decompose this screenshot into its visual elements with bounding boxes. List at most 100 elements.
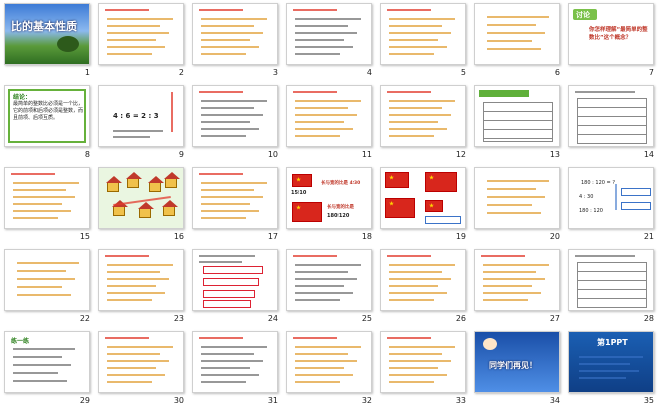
text-line — [105, 255, 149, 257]
text-line — [487, 32, 545, 34]
slide-thumbnail[interactable] — [380, 3, 466, 65]
slide-number: 4 — [366, 68, 372, 77]
vertical-note — [171, 92, 173, 132]
slide-number: 15 — [79, 232, 90, 241]
text-line — [13, 182, 79, 184]
slide-text: 比的基本性质 — [11, 20, 77, 33]
slide-thumbnail[interactable] — [380, 85, 466, 147]
slide-thumbnail[interactable]: 结论： 最简单的整数比必须是一个比，它的前项和后项必须是整数，而且前项、后项互质。 — [4, 85, 90, 147]
slide-number: 30 — [173, 396, 184, 405]
house-icon — [138, 202, 154, 218]
slide-number: 13 — [549, 150, 560, 159]
text-line — [579, 356, 643, 358]
text-line — [483, 299, 528, 301]
slide-thumbnail[interactable]: 180 : 120 = ? 4 : 30 180 : 120 — [568, 167, 654, 229]
slide-thumbnail[interactable] — [286, 249, 372, 311]
slide-thumbnail[interactable] — [98, 331, 184, 393]
text-line — [201, 53, 246, 55]
text-line — [293, 91, 337, 93]
text-line — [295, 299, 340, 301]
slide-number: 33 — [455, 396, 466, 405]
text-line — [293, 255, 337, 257]
slide-thumbnail[interactable] — [98, 167, 184, 229]
text-line — [579, 370, 639, 372]
text-line — [201, 107, 254, 109]
slide-number: 18 — [361, 232, 372, 241]
text-line — [199, 173, 243, 175]
slide-thumbnail[interactable] — [286, 331, 372, 393]
slide-cell: 28 — [566, 247, 660, 329]
text-line — [107, 360, 169, 362]
slide-thumbnail[interactable] — [380, 249, 466, 311]
slide-thumbnail[interactable] — [98, 3, 184, 65]
slide-thumbnail[interactable] — [4, 249, 90, 311]
slide-thumbnail[interactable] — [98, 249, 184, 311]
text-line — [487, 196, 545, 198]
text-line — [295, 100, 361, 102]
slide-cell: 24 — [190, 247, 284, 329]
text-line — [13, 196, 75, 198]
slide-thumbnail[interactable]: 第1PPT — [568, 331, 654, 393]
slide-thumbnail[interactable]: 比的基本性质 — [4, 3, 90, 65]
slide-thumbnail[interactable] — [380, 167, 466, 229]
slide-number: 7 — [648, 68, 654, 77]
slide-number: 11 — [361, 150, 372, 159]
house-icon — [162, 200, 178, 216]
text-line — [389, 292, 447, 294]
slide-thumbnail[interactable]: 同学们再见！ — [474, 331, 560, 393]
text-line — [487, 180, 549, 182]
text-line — [201, 203, 250, 205]
slide-number: 26 — [455, 314, 466, 323]
slide-text: 练一练 — [11, 338, 30, 345]
text-line — [13, 364, 71, 366]
answer-box — [203, 278, 259, 286]
slide-thumbnail[interactable] — [4, 167, 90, 229]
text-line — [389, 32, 451, 34]
slide-thumbnail[interactable] — [568, 85, 654, 147]
slide-thumbnail[interactable] — [192, 167, 278, 229]
text-line — [17, 286, 62, 288]
slide-thumbnail[interactable] — [192, 331, 278, 393]
text-line — [107, 292, 165, 294]
house-icon — [112, 200, 128, 216]
slide-thumbnail[interactable]: 练一练 — [4, 331, 90, 393]
slide-thumbnail[interactable] — [474, 3, 560, 65]
answer-box — [203, 300, 251, 308]
text-line — [295, 53, 340, 55]
slide-thumbnail[interactable] — [474, 249, 560, 311]
slide-thumbnail[interactable] — [380, 331, 466, 393]
text-line — [483, 271, 536, 273]
slide-number: 29 — [79, 396, 90, 405]
slide-thumbnail[interactable] — [568, 249, 654, 311]
slide-cell: 14 — [566, 83, 660, 165]
text-line — [295, 39, 344, 41]
slide-cell: 同学们再见！ 34 — [472, 329, 566, 411]
slide-thumbnail[interactable]: 讨论 你怎样理解“最简单的整数比”这个概念？ — [568, 3, 654, 65]
slide-number: 6 — [554, 68, 560, 77]
slide-number: 35 — [643, 396, 654, 405]
slide-thumbnail[interactable]: 长与宽的比是 4∶30 15∶10 长与宽的比是 180∶120 — [286, 167, 372, 229]
slide-thumbnail[interactable] — [286, 85, 372, 147]
text-line — [389, 135, 434, 137]
text-line — [105, 9, 149, 11]
house-icon — [148, 176, 164, 192]
slide-cell: 长与宽的比是 4∶30 15∶10 长与宽的比是 180∶120 18 — [284, 165, 378, 247]
slide-thumbnail[interactable] — [192, 85, 278, 147]
slide-text: 180 : 120 — [579, 208, 603, 214]
slide-thumbnail[interactable] — [192, 3, 278, 65]
text-line — [113, 130, 163, 132]
text-line — [487, 24, 536, 26]
text-line — [201, 217, 246, 219]
text-line — [389, 107, 442, 109]
slide-thumbnail[interactable] — [192, 249, 278, 311]
slide-number: 10 — [267, 150, 278, 159]
text-line — [107, 381, 152, 383]
green-header — [479, 90, 529, 97]
text-line — [199, 337, 243, 339]
text-line — [295, 121, 344, 123]
slide-thumbnail[interactable]: 4 : 6 = 2 : 3 — [98, 85, 184, 147]
slide-cell: 3 — [190, 1, 284, 83]
slide-thumbnail[interactable] — [474, 167, 560, 229]
slide-thumbnail[interactable] — [474, 85, 560, 147]
slide-thumbnail[interactable] — [286, 3, 372, 65]
